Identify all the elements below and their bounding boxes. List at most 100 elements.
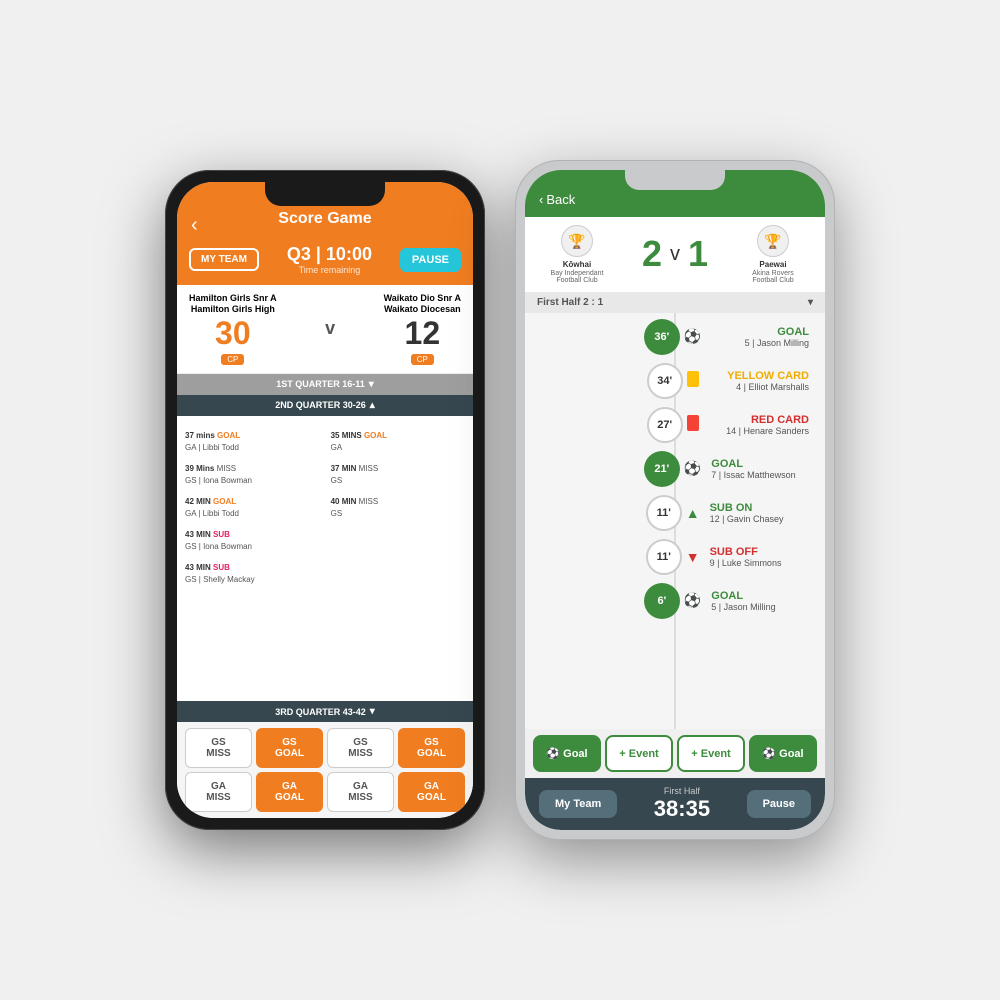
home-team-name: Hamilton Girls Snr A Hamilton Girls High <box>189 293 277 315</box>
pause-footer-btn[interactable]: Pause <box>747 790 811 818</box>
gs-goal-btn-2[interactable]: GSGOAL <box>398 728 465 768</box>
score-info: Q3 | 10:00 Time remaining <box>287 244 372 275</box>
tl-minute-4: 21' <box>644 451 680 487</box>
gs-goal-btn-1[interactable]: GSGOAL <box>256 728 323 768</box>
quarter1-bar[interactable]: 1ST QUARTER 16-11 ▾ <box>177 374 473 395</box>
timeline-event-6: 11' ▼ SUB OFF 9 | Luke Simmons <box>535 539 815 575</box>
event-time: 37 mins <box>185 431 217 440</box>
tl-player-6: 9 | Luke Simmons <box>710 558 809 568</box>
timeline-event-4: 21' ⚽ GOAL 7 | Issac Matthewson <box>535 451 815 487</box>
phone1: ‹ Score Game MY TEAM Q3 | 10:00 Time rem… <box>165 170 485 830</box>
back-button[interactable]: ‹ Back <box>539 192 575 207</box>
back-icon[interactable]: ‹ <box>191 214 198 237</box>
away-team-name: Waikato Dio Snr A Waikato Diocesan <box>384 293 461 315</box>
tl-ball-icon-7: ⚽ <box>684 592 701 609</box>
event-btn-left[interactable]: + Event <box>605 735 673 772</box>
home-cp-badge: CP <box>221 354 244 365</box>
phone2-notch <box>625 170 725 190</box>
footer-timer-value: 38:35 <box>654 796 710 822</box>
tl-minute-2: 34' <box>647 363 683 399</box>
quarter2-label: 2ND QUARTER 30-26 <box>275 400 366 410</box>
event-row-3: 42 MIN GOAL GA | Libbi Todd 40 MIN MISS … <box>185 488 465 521</box>
event-row-2: 39 Mins MISS GS | Iona Bowman 37 MIN MIS… <box>185 455 465 488</box>
tl-minute-6: 11' <box>646 539 682 575</box>
match-score: 2 v 1 <box>642 233 708 275</box>
action-buttons: ⚽ Goal + Event + Event ⚽ Goal <box>525 729 825 778</box>
phone1-title: Score Game <box>193 210 457 228</box>
ga-goal-btn-1[interactable]: GAGOAL <box>256 772 323 812</box>
home-club-name: Kōwhai <box>537 260 617 270</box>
match-vs: v <box>670 243 680 266</box>
timeline-event-7: 6' ⚽ GOAL 5 | Jason Milling <box>535 583 815 619</box>
event-player: GS | Iona Bowman <box>185 476 319 485</box>
event-player: GA | Libbi Todd <box>185 509 319 518</box>
pause-button[interactable]: PAUSE <box>400 248 461 272</box>
phone2-screen: ‹ Back 🏆 Kōwhai Bay Independant Football… <box>525 170 825 830</box>
event-time: 43 MIN <box>185 530 213 539</box>
event-btn-right[interactable]: + Event <box>677 735 745 772</box>
goal-btn-left[interactable]: ⚽ Goal <box>533 735 601 772</box>
event-row-4: 43 MIN SUB GS | Iona Bowman <box>185 521 465 554</box>
timeline-event-3: RED CARD 14 | Henare Sanders 27' <box>535 407 815 443</box>
event-right-2: 37 MIN MISS GS <box>331 458 465 485</box>
event-player: GS | Iona Bowman <box>185 542 319 551</box>
tl-content-right-4: GOAL 7 | Issac Matthewson <box>705 458 815 480</box>
event-left-5: 43 MIN SUB GS | Shelly Mackay <box>185 557 319 584</box>
event-left-3: 42 MIN GOAL GA | Libbi Todd <box>185 491 319 518</box>
event-player: GS <box>331 476 465 485</box>
home-suborg-name: Football Club <box>537 277 617 284</box>
tl-label-2: YELLOW CARD <box>709 370 809 382</box>
phone2: ‹ Back 🏆 Kōwhai Bay Independant Football… <box>515 160 835 840</box>
phone2-score-area: 🏆 Kōwhai Bay Independant Football Club 2… <box>525 217 825 292</box>
gs-miss-btn-2[interactable]: GSMISS <box>327 728 394 768</box>
tl-minute-7: 6' <box>644 583 680 619</box>
ga-miss-btn-2[interactable]: GAMISS <box>327 772 394 812</box>
scoring-grid: GSMISS GSGOAL GSMISS GSGOAL GAMISS GAGOA… <box>177 722 473 818</box>
ga-miss-btn-1[interactable]: GAMISS <box>185 772 252 812</box>
my-team-button[interactable]: MY TEAM <box>189 248 259 271</box>
away-team: Waikato Dio Snr A Waikato Diocesan 12 CP <box>384 293 461 365</box>
tl-label-6: SUB OFF <box>710 546 809 558</box>
tl-minute-5: 11' <box>646 495 682 531</box>
event-right-3: 40 MIN MISS GS <box>331 491 465 518</box>
event-right-1: 35 MINS GOAL GA <box>331 425 465 452</box>
first-half-label: First Half 2 : 1 <box>537 297 603 308</box>
away-club-logo: 🏆 <box>757 225 789 257</box>
quarter2-bar[interactable]: 2ND QUARTER 30-26 ▴ <box>177 395 473 416</box>
home-org-name: Bay Independant <box>537 270 617 277</box>
phone1-notch <box>265 182 385 206</box>
event-time: 39 Mins <box>185 464 217 473</box>
gs-miss-btn-1[interactable]: GSMISS <box>185 728 252 768</box>
tl-content-left-1: GOAL 5 | Jason Milling <box>705 326 815 348</box>
away-org-name: Akina Rovers <box>733 270 813 277</box>
event-left-1: 37 mins GOAL GA | Libbi Todd <box>185 425 319 452</box>
ga-goal-btn-2[interactable]: GAGOAL <box>398 772 465 812</box>
away-club: 🏆 Paewai Akina Rovers Football Club <box>733 225 813 284</box>
tl-label-5: SUB ON <box>710 502 809 514</box>
event-time: 42 MIN <box>185 497 213 506</box>
tl-red-card-icon <box>687 415 699 434</box>
tl-player-1: 5 | Jason Milling <box>711 338 809 348</box>
tl-label-4: GOAL <box>711 458 809 470</box>
timeline-event-1: GOAL 5 | Jason Milling ⚽ 36' <box>535 319 815 355</box>
tl-minute-3: 27' <box>647 407 683 443</box>
away-suborg-name: Football Club <box>733 277 813 284</box>
my-team-footer-btn[interactable]: My Team <box>539 790 617 818</box>
tl-label-7: GOAL <box>711 590 809 602</box>
phone1-score-bar: MY TEAM Q3 | 10:00 Time remaining PAUSE <box>177 238 473 285</box>
event-player: GA <box>331 443 465 452</box>
event-time: 40 MIN <box>331 497 359 506</box>
back-label: Back <box>546 192 575 207</box>
goal-btn-right[interactable]: ⚽ Goal <box>749 735 817 772</box>
sub-on-icon: ▲ <box>686 505 700 521</box>
tl-player-5: 12 | Gavin Chasey <box>710 514 809 524</box>
event-left-4: 43 MIN SUB GS | Iona Bowman <box>185 524 319 551</box>
tl-minute-1: 36' <box>644 319 680 355</box>
quarter3-bar[interactable]: 3RD QUARTER 43-42 ▾ <box>177 701 473 722</box>
away-club-name: Paewai <box>733 260 813 270</box>
tl-content-right-6: SUB OFF 9 | Luke Simmons <box>704 546 815 568</box>
tl-label-1: GOAL <box>711 326 809 338</box>
first-half-bar[interactable]: First Half 2 : 1 ▾ <box>525 292 825 313</box>
tl-label-3: RED CARD <box>709 414 809 426</box>
sub-off-icon: ▼ <box>686 549 700 565</box>
